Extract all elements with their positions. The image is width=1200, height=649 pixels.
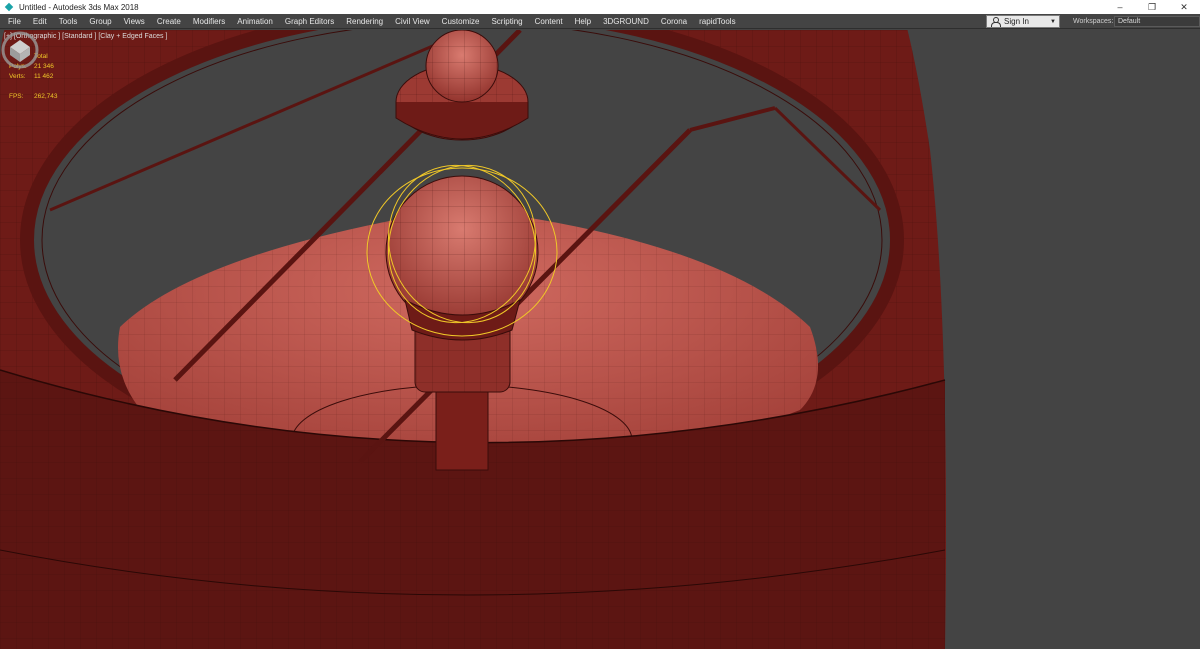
stats-verts-label: Verts: <box>9 73 26 80</box>
menu-graph-editors[interactable]: Graph Editors <box>279 14 340 29</box>
minimize-button[interactable]: – <box>1104 0 1136 14</box>
menu-civil-view[interactable]: Civil View <box>389 14 436 29</box>
menu-views[interactable]: Views <box>118 14 151 29</box>
menu-modifiers[interactable]: Modifiers <box>187 14 231 29</box>
menu-animation[interactable]: Animation <box>231 14 279 29</box>
menu-3dground[interactable]: 3DGROUND <box>597 14 655 29</box>
menu-rendering[interactable]: Rendering <box>340 14 389 29</box>
menu-corona[interactable]: Corona <box>655 14 693 29</box>
menu-tools[interactable]: Tools <box>53 14 84 29</box>
restore-button[interactable]: ❐ <box>1136 0 1168 14</box>
app-icon <box>4 2 14 12</box>
viewcube-icon[interactable] <box>0 30 40 70</box>
close-button[interactable]: ✕ <box>1168 0 1200 14</box>
menu-scripting[interactable]: Scripting <box>485 14 528 29</box>
menu-rapidtools[interactable]: rapidTools <box>693 14 741 29</box>
stats-verts-value: 11 462 <box>34 73 54 80</box>
menu-content[interactable]: Content <box>529 14 569 29</box>
menu-help[interactable]: Help <box>569 14 597 29</box>
stats-fps-label: FPS: <box>9 93 24 100</box>
scene-render <box>0 30 1200 649</box>
workspaces-label: Workspaces: <box>1073 18 1114 25</box>
menu-file[interactable]: File <box>0 14 27 29</box>
menu-bar: File Edit Tools Group Views Create Modif… <box>0 14 1200 29</box>
window-title: Untitled - Autodesk 3ds Max 2018 <box>19 2 139 12</box>
title-bar: Untitled - Autodesk 3ds Max 2018 – ❐ ✕ <box>0 0 1200 14</box>
lamp-stem <box>435 389 489 471</box>
menu-customize[interactable]: Customize <box>436 14 486 29</box>
window-controls: – ❐ ✕ <box>1104 0 1200 14</box>
stats-fps-value: 262,743 <box>34 93 58 100</box>
sign-in-label: Sign In <box>1004 17 1029 26</box>
menu-create[interactable]: Create <box>151 14 187 29</box>
user-icon <box>990 16 1001 27</box>
menu-group[interactable]: Group <box>83 14 117 29</box>
sign-in-button[interactable]: Sign In ▼ <box>986 15 1060 28</box>
viewport-orthographic[interactable]: [+] [Orthographic ] [Standard ] [Clay + … <box>0 30 1200 649</box>
menu-edit[interactable]: Edit <box>27 14 53 29</box>
chevron-down-icon: ▼ <box>1050 19 1056 25</box>
workspaces-dropdown[interactable]: Default <box>1114 16 1200 27</box>
